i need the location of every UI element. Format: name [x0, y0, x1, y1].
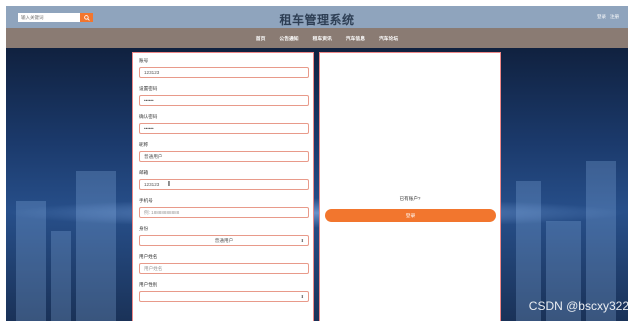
gender-select[interactable]: ⬍ [139, 291, 309, 302]
nav-item-cars[interactable]: 汽车信息 [346, 35, 365, 42]
confirm-password-input[interactable]: •••••• [139, 123, 309, 134]
role-selected-value: 普通用户 [214, 237, 234, 243]
field-label: 昵称 [139, 142, 149, 147]
select-arrow-icon: ⬍ [300, 238, 304, 243]
login-link[interactable]: 登录 [597, 14, 606, 20]
field-label: 确认密码 [139, 114, 158, 119]
email-value: 123123 [144, 182, 160, 187]
nav-item-forum[interactable]: 汽车论坛 [379, 35, 398, 42]
login-panel: 已有账户? 登录 [319, 52, 501, 321]
field-label: 邮箱 [139, 170, 149, 175]
site-title: 租车管理系统 [279, 13, 355, 27]
field-username: 用户姓名 用户姓名 [139, 254, 309, 274]
nav-item-notices[interactable]: 公告通知 [279, 35, 298, 42]
field-gender: 用户性别 ⬍ [139, 282, 309, 302]
select-arrow-icon: ⬍ [300, 294, 304, 299]
auth-links: 登录 注册 [597, 14, 619, 20]
background-image [6, 48, 628, 321]
field-account: 账号 123123 [139, 58, 309, 78]
login-button[interactable]: 登录 [325, 209, 496, 222]
field-confirm-password: 确认密码 •••••• [139, 114, 309, 134]
role-select[interactable]: 普通用户 ⬍ [139, 235, 309, 246]
username-input[interactable]: 用户姓名 [139, 263, 309, 274]
nav-item-news[interactable]: 租车资讯 [313, 35, 332, 42]
account-input[interactable]: 123123 [139, 67, 309, 78]
has-account-text: 已有账户? [399, 196, 421, 201]
watermark: CSDN @bscxy322 [528, 299, 629, 313]
field-label: 手机号 [139, 198, 153, 203]
field-nickname: 昵称 普通用户 [139, 142, 309, 162]
field-label: 账号 [139, 58, 149, 63]
phone-input[interactable]: 例: 18888888888 [139, 207, 309, 218]
text-cursor-icon: I [168, 181, 170, 188]
main-nav: 首页 公告通知 租车资讯 汽车信息 汽车论坛 [6, 28, 628, 48]
password-input[interactable]: •••••• [139, 95, 309, 106]
field-label: 用户性别 [139, 282, 158, 287]
field-phone: 手机号 例: 18888888888 [139, 198, 309, 218]
register-link[interactable]: 注册 [610, 14, 619, 20]
field-label: 设置密码 [139, 86, 158, 91]
register-form: 账号 123123 设置密码 •••••• 确认密码 •••••• 昵称 普通用… [132, 52, 314, 321]
nickname-input[interactable]: 普通用户 [139, 151, 309, 162]
field-label: 用户姓名 [139, 254, 158, 259]
top-header: 租车管理系统 登录 注册 [6, 6, 628, 28]
field-role: 身份 普通用户 ⬍ [139, 226, 309, 246]
field-email: 邮箱 123123 I [139, 170, 309, 190]
field-label: 身份 [139, 226, 149, 231]
field-password: 设置密码 •••••• [139, 86, 309, 106]
email-input[interactable]: 123123 I [139, 179, 309, 190]
nav-item-home[interactable]: 首页 [256, 35, 266, 42]
